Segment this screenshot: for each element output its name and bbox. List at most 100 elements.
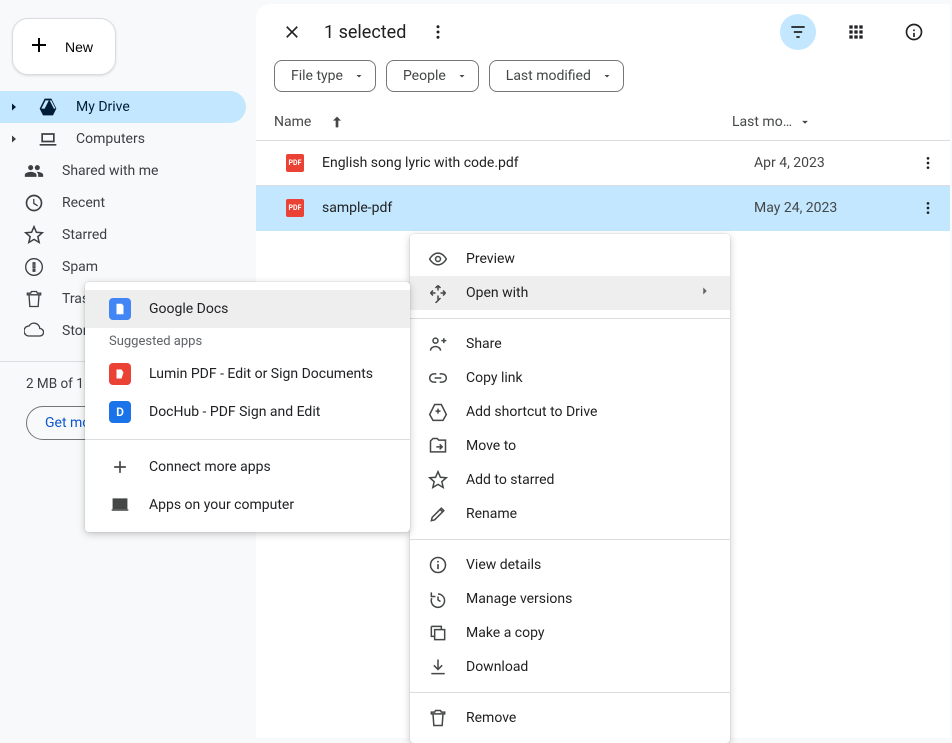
filter-chips: File type People Last modified — [256, 60, 950, 104]
menu-item-label: Add shortcut to Drive — [466, 404, 712, 420]
lumin-icon — [109, 363, 131, 385]
new-button[interactable]: New — [12, 18, 116, 75]
selection-count-text: 1 selected — [324, 22, 406, 43]
menu-item-label: Remove — [466, 710, 712, 726]
close-icon — [282, 22, 302, 42]
submenu-item-connect-more[interactable]: Connect more apps — [85, 448, 410, 486]
sidebar-item-label: My Drive — [76, 99, 130, 115]
menu-item-copy-link[interactable]: Copy link — [410, 361, 730, 395]
submenu-item-google-docs[interactable]: Google Docs — [85, 290, 410, 328]
computers-icon — [38, 129, 58, 149]
column-modified-label: Last mo… — [732, 114, 792, 130]
sidebar-item-label: Recent — [62, 195, 105, 211]
more-actions-button[interactable] — [420, 14, 456, 50]
menu-item-add-starred[interactable]: Add to starred — [410, 463, 730, 497]
storage-icon — [24, 321, 44, 341]
menu-item-label: Preview — [466, 251, 712, 267]
menu-item-label: Share — [466, 336, 712, 352]
sidebar-item-recent[interactable]: Recent — [0, 187, 246, 219]
column-modified-header[interactable]: Last mo… — [732, 114, 932, 130]
menu-item-label: View details — [466, 557, 712, 573]
caret-down-icon — [798, 115, 812, 129]
submenu-item-dochub[interactable]: D DocHub - PDF Sign and Edit — [85, 393, 410, 431]
sidebar-item-label: Shared with me — [62, 163, 158, 179]
menu-item-label: Rename — [466, 506, 712, 522]
menu-item-label: Make a copy — [466, 625, 712, 641]
caret-down-icon — [353, 70, 365, 82]
trash-icon — [428, 708, 448, 728]
menu-item-move-to[interactable]: Move to — [410, 429, 730, 463]
sidebar-item-shared[interactable]: Shared with me — [0, 155, 246, 187]
more-vert-icon — [429, 23, 447, 41]
more-vert-icon — [920, 200, 936, 216]
info-icon — [904, 22, 924, 42]
expand-arrow-icon — [8, 129, 20, 149]
menu-item-label: Open with — [466, 285, 680, 301]
menu-item-remove[interactable]: Remove — [410, 701, 730, 735]
menu-item-view-details[interactable]: View details — [410, 548, 730, 582]
chip-people[interactable]: People — [386, 60, 479, 92]
table-header: Name Last mo… — [256, 104, 950, 141]
file-date: Apr 4, 2023 — [754, 155, 914, 171]
google-docs-icon — [109, 298, 131, 320]
info-icon — [428, 555, 448, 575]
preview-icon — [428, 249, 448, 269]
open-with-icon — [428, 283, 448, 303]
chip-file-type[interactable]: File type — [274, 60, 376, 92]
sidebar-item-spam[interactable]: Spam — [0, 251, 246, 283]
menu-separator — [410, 318, 730, 319]
row-more-button[interactable] — [914, 149, 942, 177]
caret-down-icon — [601, 70, 613, 82]
menu-item-rename[interactable]: Rename — [410, 497, 730, 531]
download-icon — [428, 657, 448, 677]
submenu-item-label: Lumin PDF - Edit or Sign Documents — [149, 366, 373, 382]
info-button[interactable] — [896, 14, 932, 50]
link-icon — [428, 368, 448, 388]
submenu-separator — [85, 439, 410, 440]
new-button-label: New — [65, 39, 93, 55]
sidebar-item-starred[interactable]: Starred — [0, 219, 246, 251]
caret-down-icon — [456, 70, 468, 82]
chip-label: People — [403, 68, 446, 84]
row-more-button[interactable] — [914, 194, 942, 222]
move-icon — [428, 436, 448, 456]
dochub-icon: D — [109, 401, 131, 423]
submenu-item-lumin[interactable]: Lumin PDF - Edit or Sign Documents — [85, 355, 410, 393]
shortcut-icon — [428, 402, 448, 422]
chip-last-modified[interactable]: Last modified — [489, 60, 624, 92]
submenu-item-label: Connect more apps — [149, 459, 271, 475]
context-menu: Preview Open with Share Copy link Add sh… — [410, 234, 730, 743]
column-name-header[interactable]: Name — [274, 114, 311, 130]
menu-item-preview[interactable]: Preview — [410, 242, 730, 276]
menu-item-download[interactable]: Download — [410, 650, 730, 684]
submenu-item-on-computer[interactable]: Apps on your computer — [85, 486, 410, 524]
chevron-right-icon — [698, 284, 712, 302]
star-icon — [24, 225, 44, 245]
selection-toolbar: 1 selected — [256, 4, 950, 60]
star-icon — [428, 470, 448, 490]
submenu-item-label: Apps on your computer — [149, 497, 294, 513]
sidebar-item-label: Computers — [76, 131, 145, 147]
menu-item-share[interactable]: Share — [410, 327, 730, 361]
recent-icon — [24, 193, 44, 213]
file-name: English song lyric with code.pdf — [322, 155, 754, 171]
rename-icon — [428, 504, 448, 524]
grid-view-button[interactable] — [838, 14, 874, 50]
plus-icon — [27, 33, 51, 60]
shared-icon — [24, 161, 44, 181]
close-selection-button[interactable] — [274, 14, 310, 50]
table-row[interactable]: PDF sample-pdf May 24, 2023 — [256, 186, 950, 231]
sidebar-item-computers[interactable]: Computers — [0, 123, 246, 155]
menu-item-make-copy[interactable]: Make a copy — [410, 616, 730, 650]
trash-icon — [24, 289, 44, 309]
sort-arrow-up-icon[interactable] — [329, 114, 345, 130]
menu-item-add-shortcut[interactable]: Add shortcut to Drive — [410, 395, 730, 429]
sidebar-item-my-drive[interactable]: My Drive — [0, 91, 246, 123]
grid-icon — [846, 22, 866, 42]
table-row[interactable]: PDF English song lyric with code.pdf Apr… — [256, 141, 950, 186]
menu-item-open-with[interactable]: Open with — [410, 276, 730, 310]
menu-item-label: Add to starred — [466, 472, 712, 488]
expand-arrow-icon — [8, 97, 20, 117]
menu-item-manage-versions[interactable]: Manage versions — [410, 582, 730, 616]
filter-button[interactable] — [780, 14, 816, 50]
